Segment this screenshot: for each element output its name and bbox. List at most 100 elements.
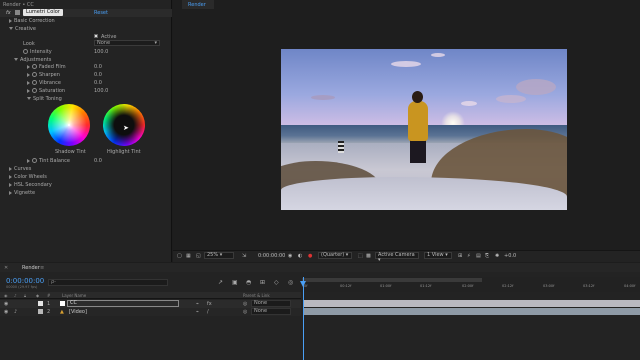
ruler-label: 01:12f xyxy=(420,284,432,288)
exposure-value[interactable]: +0.0 xyxy=(504,253,516,259)
flowchart-icon[interactable]: ⎘ xyxy=(485,253,489,259)
audio-icon[interactable]: ♪ xyxy=(14,309,17,315)
beach-post xyxy=(338,141,344,153)
collapse-arrow-icon[interactable] xyxy=(27,88,30,93)
layer-name[interactable]: [Video] xyxy=(69,309,87,315)
pickwhip-icon[interactable]: ◎ xyxy=(243,301,247,307)
stopwatch-icon[interactable] xyxy=(23,49,28,54)
switch-quality-icon[interactable]: / xyxy=(207,309,209,315)
zoom-dropdown[interactable]: 25% ▾ xyxy=(204,252,234,259)
transparency-grid-icon[interactable]: ▩ xyxy=(366,253,371,259)
always-preview-icon[interactable]: ▢ xyxy=(177,253,182,259)
graph-editor-icon[interactable]: ⊞ xyxy=(260,279,265,286)
pickwhip-icon[interactable]: ◎ xyxy=(243,309,247,315)
fast-preview-icon[interactable]: ⚡ xyxy=(467,253,471,259)
split-toning-section[interactable]: Split Toning xyxy=(27,96,62,102)
menu-icon[interactable]: ≡ xyxy=(40,265,44,271)
timeline-tab-label[interactable]: Render xyxy=(22,265,40,271)
playhead[interactable] xyxy=(303,277,304,360)
shadow-tint-handle[interactable] xyxy=(68,124,70,126)
effect-name[interactable]: Lumetri Color xyxy=(23,9,63,16)
cloud xyxy=(431,53,445,57)
saturation-value[interactable]: 100.0 xyxy=(94,88,108,94)
vibrance-row: Vibrance xyxy=(27,80,61,86)
vignette-section[interactable]: Vignette xyxy=(9,190,35,196)
active-checkbox[interactable] xyxy=(94,34,98,38)
footage-layer-icon: ▲ xyxy=(60,309,64,315)
resolution-dropdown[interactable]: (Quarter) ▾ xyxy=(318,252,352,259)
look-dropdown[interactable]: None ▾ xyxy=(94,40,160,46)
panel-title: Render • CC xyxy=(3,2,34,8)
reset-button[interactable]: Reset xyxy=(94,10,108,16)
vibrance-value[interactable]: 0.0 xyxy=(94,80,102,86)
lock-icon[interactable]: 🔒︎ xyxy=(24,293,26,298)
stopwatch-icon[interactable] xyxy=(32,88,37,93)
snapshot-icon[interactable]: ◉ xyxy=(288,253,292,259)
cloud xyxy=(461,101,477,106)
collapse-arrow-icon xyxy=(9,190,12,195)
fx-toggle[interactable]: fx xyxy=(6,10,11,16)
ruler-label: 0f xyxy=(304,284,308,288)
frame-info: 00000 (29.97 fps) xyxy=(6,285,38,289)
work-area-bar[interactable] xyxy=(302,278,482,282)
collapse-arrow-icon[interactable] xyxy=(27,158,30,163)
exposure-reset-icon[interactable]: ✺ xyxy=(495,253,499,259)
basic-correction-section[interactable]: Basic Correction xyxy=(9,18,55,24)
collapse-arrow-icon[interactable] xyxy=(27,64,30,69)
creative-section[interactable]: Creative xyxy=(9,26,36,32)
parent-dropdown[interactable]: None xyxy=(251,300,291,307)
eye-icon[interactable]: ◉ xyxy=(4,301,8,307)
tint-balance-value[interactable]: 0.0 xyxy=(94,158,102,164)
mask-icon[interactable]: ◱ xyxy=(196,253,201,259)
sharpen-value[interactable]: 0.0 xyxy=(94,72,102,78)
brainstorm-icon[interactable]: ◎ xyxy=(288,279,293,286)
eye-icon[interactable]: ◉ xyxy=(4,293,8,298)
adjustments-section[interactable]: Adjustments xyxy=(14,57,51,63)
audio-icon[interactable]: ♪ xyxy=(14,293,17,298)
intensity-value[interactable]: 100.0 xyxy=(94,49,108,55)
label-color-swatch[interactable] xyxy=(38,301,43,306)
shy-icon[interactable]: ↗ xyxy=(218,279,223,286)
stopwatch-icon[interactable] xyxy=(32,72,37,77)
stopwatch-icon[interactable] xyxy=(32,80,37,85)
fit-icon[interactable]: ⇲ xyxy=(242,253,246,259)
switch-fx-icon[interactable]: fx xyxy=(207,301,212,307)
hsl-secondary-section[interactable]: HSL Secondary xyxy=(9,182,52,188)
draft-3d-icon[interactable]: ◇ xyxy=(274,279,279,286)
switch-shy-icon[interactable]: ⌁ xyxy=(196,301,199,307)
layer-name[interactable]: CC xyxy=(67,300,179,307)
collapse-arrow-icon xyxy=(9,166,12,171)
curves-section[interactable]: Curves xyxy=(9,166,31,172)
timeline-icon[interactable]: ▤ xyxy=(476,253,481,259)
layer-search-input[interactable]: ρ- xyxy=(48,279,168,286)
views-dropdown[interactable]: 1 View ▾ xyxy=(424,252,452,259)
frame-blend-icon[interactable]: ▣ xyxy=(232,279,238,286)
current-time[interactable]: 0:00:00:00 xyxy=(6,277,44,285)
show-snapshot-icon[interactable]: ◐ xyxy=(298,253,302,259)
motion-blur-icon[interactable]: ◓ xyxy=(246,279,251,286)
camera-dropdown[interactable]: Active Camera ▾ xyxy=(375,252,419,263)
column-parent[interactable]: Parent & Link xyxy=(243,293,270,298)
viewer-timecode[interactable]: 0:00:00:00 xyxy=(258,253,285,259)
effect-expand-icon[interactable] xyxy=(15,10,20,15)
collapse-arrow-icon[interactable] xyxy=(27,80,30,85)
color-wheels-section[interactable]: Color Wheels xyxy=(9,174,47,180)
stopwatch-icon[interactable] xyxy=(32,64,37,69)
layer-1-bar[interactable] xyxy=(304,300,640,307)
parent-dropdown[interactable]: None xyxy=(251,308,291,315)
column-layer-name[interactable]: Layer Name xyxy=(62,293,86,298)
label-icon[interactable]: ◆ xyxy=(36,293,39,298)
close-icon[interactable]: ✕ xyxy=(4,265,8,271)
grid-icon[interactable]: ▦ xyxy=(186,253,191,259)
region-of-interest-icon[interactable]: ⬚ xyxy=(358,253,363,259)
toggle-pixel-icon[interactable]: ⊞ xyxy=(458,253,462,259)
ruler-label: 02:00f xyxy=(462,284,474,288)
collapse-arrow-icon[interactable] xyxy=(27,72,30,77)
switch-shy-icon[interactable]: ⌁ xyxy=(196,309,199,315)
layer-2-bar[interactable] xyxy=(304,308,640,315)
eye-icon[interactable]: ◉ xyxy=(4,309,8,315)
channel-icon[interactable]: ● xyxy=(308,253,312,259)
stopwatch-icon[interactable] xyxy=(32,158,37,163)
label-color-swatch[interactable] xyxy=(38,309,43,314)
faded-film-value[interactable]: 0.0 xyxy=(94,64,102,70)
